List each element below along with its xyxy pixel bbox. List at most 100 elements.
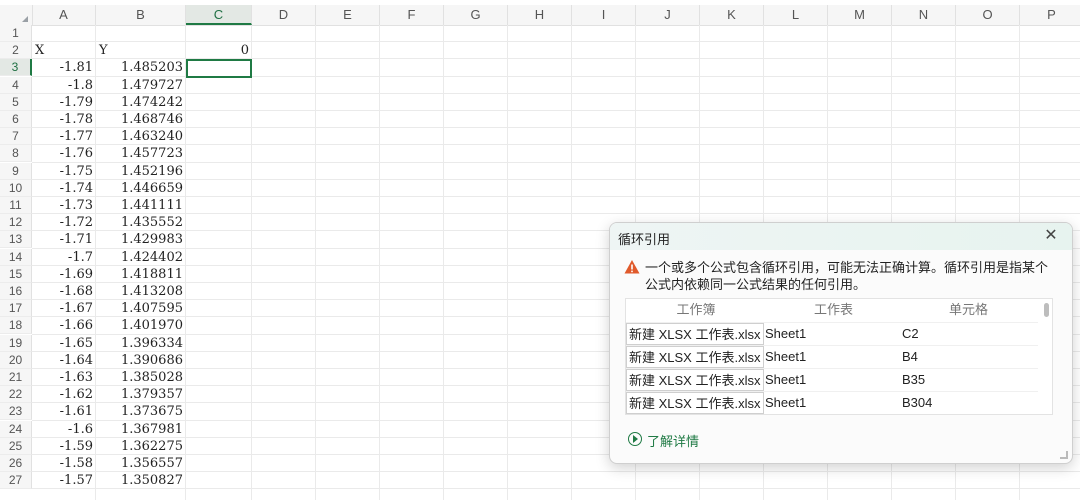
- cell-c25[interactable]: [186, 438, 252, 455]
- row-header-27[interactable]: 27: [0, 472, 32, 490]
- table-row[interactable]: 新建 XLSX 工作表.xlsx Sheet1 B4: [626, 345, 1038, 368]
- cell-a11[interactable]: -1.73: [32, 197, 96, 214]
- row-header-13[interactable]: 13: [0, 231, 32, 249]
- cell-c22[interactable]: [186, 386, 252, 403]
- cell-b24[interactable]: 1.367981: [96, 421, 186, 438]
- cell-c2[interactable]: 0: [186, 42, 252, 59]
- row-header-16[interactable]: 16: [0, 283, 32, 300]
- cell-b5[interactable]: 1.474242: [96, 94, 186, 111]
- cell-b4[interactable]: 1.479727: [96, 77, 186, 94]
- row-header-6[interactable]: 6: [0, 111, 32, 128]
- cell-a21[interactable]: -1.63: [32, 369, 96, 386]
- column-header-f[interactable]: F: [380, 5, 444, 25]
- row-header-11[interactable]: 11: [0, 197, 32, 214]
- cell-c16[interactable]: [186, 283, 252, 300]
- cell-b10[interactable]: 1.446659: [96, 180, 186, 197]
- cell-a15[interactable]: -1.69: [32, 266, 96, 283]
- column-header-d[interactable]: D: [252, 5, 316, 25]
- row-header-9[interactable]: 9: [0, 162, 32, 180]
- cell-b3[interactable]: 1.485203: [96, 59, 186, 76]
- row-header-23[interactable]: 23: [0, 403, 32, 421]
- cell-b26[interactable]: 1.356557: [96, 455, 186, 472]
- cell-a6[interactable]: -1.78: [32, 111, 96, 128]
- column-header-h[interactable]: H: [508, 5, 572, 25]
- resize-grip-icon[interactable]: [1060, 451, 1068, 459]
- cell-c15[interactable]: [186, 266, 252, 283]
- cell-c1[interactable]: [186, 25, 252, 42]
- row-header-26[interactable]: 26: [0, 455, 32, 472]
- row-header-12[interactable]: 12: [0, 214, 32, 232]
- cell-c20[interactable]: [186, 352, 252, 369]
- cell-a12[interactable]: -1.72: [32, 214, 96, 231]
- close-icon[interactable]: ✕: [1042, 227, 1060, 245]
- cell-a9[interactable]: -1.75: [32, 163, 96, 180]
- cell-c19[interactable]: [186, 335, 252, 352]
- cell-a27[interactable]: -1.57: [32, 472, 96, 489]
- cell-a3[interactable]: -1.81: [32, 59, 96, 76]
- cell-b8[interactable]: 1.457723: [96, 145, 186, 162]
- cell-c18[interactable]: [186, 317, 252, 334]
- cell-a7[interactable]: -1.77: [32, 128, 96, 145]
- cell-c21[interactable]: [186, 369, 252, 386]
- cell-b7[interactable]: 1.463240: [96, 128, 186, 145]
- cell-a1[interactable]: [32, 25, 96, 42]
- cell-c5[interactable]: [186, 94, 252, 111]
- row-header-7[interactable]: 7: [0, 128, 32, 146]
- cell-b18[interactable]: 1.401970: [96, 317, 186, 334]
- row-header-14[interactable]: 14: [0, 248, 32, 266]
- cell-b20[interactable]: 1.390686: [96, 352, 186, 369]
- row-header-19[interactable]: 19: [0, 334, 32, 352]
- cell-a24[interactable]: -1.6: [32, 421, 96, 438]
- selected-cell-c3[interactable]: [186, 59, 252, 78]
- column-header-l[interactable]: L: [764, 5, 828, 25]
- cell-c26[interactable]: [186, 455, 252, 472]
- cell-c17[interactable]: [186, 300, 252, 317]
- cell-c12[interactable]: [186, 214, 252, 231]
- cell-c27[interactable]: [186, 472, 252, 489]
- cell-a18[interactable]: -1.66: [32, 317, 96, 334]
- row-header-3[interactable]: 3: [0, 59, 32, 77]
- cell-b9[interactable]: 1.452196: [96, 163, 186, 180]
- cell-b21[interactable]: 1.385028: [96, 369, 186, 386]
- cell-c23[interactable]: [186, 403, 252, 420]
- cell-a17[interactable]: -1.67: [32, 300, 96, 317]
- row-header-24[interactable]: 24: [0, 420, 32, 438]
- column-header-k[interactable]: K: [700, 5, 764, 25]
- cell-b13[interactable]: 1.429983: [96, 231, 186, 248]
- cell-b25[interactable]: 1.362275: [96, 438, 186, 455]
- cell-c10[interactable]: [186, 180, 252, 197]
- row-header-10[interactable]: 10: [0, 179, 32, 197]
- cell-a13[interactable]: -1.71: [32, 231, 96, 248]
- cell-b6[interactable]: 1.468746: [96, 111, 186, 128]
- cell-c11[interactable]: [186, 197, 252, 214]
- cell-a5[interactable]: -1.79: [32, 94, 96, 111]
- table-row[interactable]: 新建 XLSX 工作表.xlsx Sheet1 B304: [626, 391, 1038, 414]
- row-header-18[interactable]: 18: [0, 317, 32, 335]
- cell-c4[interactable]: [186, 77, 252, 94]
- cell-a2[interactable]: X: [32, 42, 96, 59]
- cell-b27[interactable]: 1.350827: [96, 472, 186, 489]
- table-scrollbar[interactable]: [1044, 303, 1049, 317]
- row-header-15[interactable]: 15: [0, 265, 32, 283]
- cell-a14[interactable]: -1.7: [32, 249, 96, 266]
- circular-reference-table[interactable]: 工作簿 工作表 单元格 新建 XLSX 工作表.xlsx Sheet1 C2 新建 X…: [625, 298, 1053, 415]
- cell-b17[interactable]: 1.407595: [96, 300, 186, 317]
- cell-b1[interactable]: [96, 25, 186, 42]
- cell-a10[interactable]: -1.74: [32, 180, 96, 197]
- column-header-g[interactable]: G: [444, 5, 508, 25]
- column-header-e[interactable]: E: [316, 5, 380, 25]
- row-header-1[interactable]: 1: [0, 25, 32, 42]
- row-header-21[interactable]: 21: [0, 369, 32, 386]
- column-header-m[interactable]: M: [828, 5, 892, 25]
- cell-c24[interactable]: [186, 421, 252, 438]
- column-header-n[interactable]: N: [892, 5, 956, 25]
- cell-a8[interactable]: -1.76: [32, 145, 96, 162]
- row-header-20[interactable]: 20: [0, 351, 32, 369]
- cell-a23[interactable]: -1.61: [32, 403, 96, 420]
- cell-b23[interactable]: 1.373675: [96, 403, 186, 420]
- cell-a19[interactable]: -1.65: [32, 335, 96, 352]
- row-header-25[interactable]: 25: [0, 437, 32, 455]
- table-row[interactable]: 新建 XLSX 工作表.xlsx Sheet1 C2: [626, 322, 1038, 345]
- cell-c6[interactable]: [186, 111, 252, 128]
- cell-b16[interactable]: 1.413208: [96, 283, 186, 300]
